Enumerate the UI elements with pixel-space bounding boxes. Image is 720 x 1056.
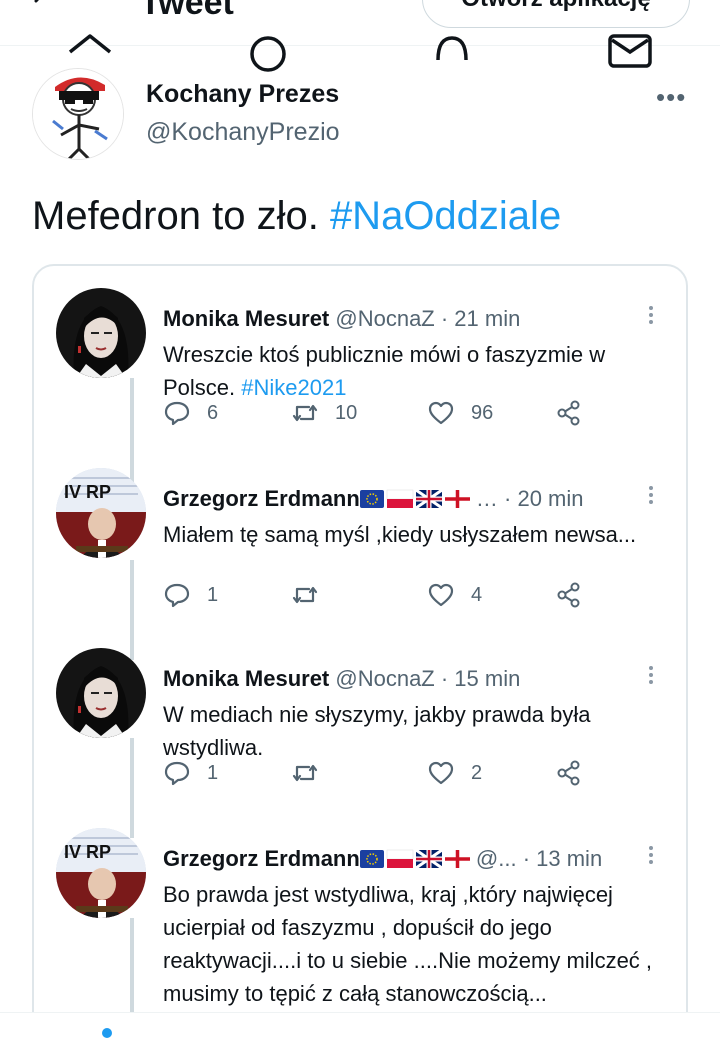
share-icon: [557, 582, 580, 608]
like-count: 96: [471, 401, 494, 424]
reply-text: Miałem tę samą myśl ,kiedy usłyszałem ne…: [163, 518, 673, 551]
like-count: 4: [471, 583, 483, 606]
reply-header: Grzegorz Erdmann @... · 13 min: [163, 846, 602, 872]
back-arrow-icon[interactable]: [28, 0, 58, 16]
ivrp-label: IV RP: [64, 842, 111, 862]
author-name[interactable]: Kochany Prezes: [146, 80, 339, 109]
author-handle[interactable]: @KochanyPrezio: [146, 118, 340, 147]
share-button[interactable]: [555, 758, 583, 788]
reply-header: Grzegorz Erdmann … · 20 min: [163, 486, 584, 512]
retweet-button[interactable]: [291, 580, 335, 610]
reply-more-icon[interactable]: [648, 846, 654, 868]
flags-icon: [359, 489, 470, 509]
reply-button[interactable]: 6: [163, 398, 218, 428]
reply-body: W mediach nie słyszymy, jakby prawda był…: [163, 702, 591, 760]
thread-connector: [130, 560, 134, 660]
open-app-button[interactable]: Otwórz aplikację: [422, 0, 690, 28]
retweet-icon: [292, 764, 318, 782]
reply-header: Monika Mesuret @NocnaZ · 21 min: [163, 306, 520, 332]
reply-body: Wreszcie ktoś publicznie mówi o faszyzmi…: [163, 342, 606, 400]
page-title: Tweet: [140, 0, 234, 22]
share-icon: [557, 760, 580, 786]
home-icon[interactable]: [66, 30, 114, 78]
notification-dot: [102, 1028, 112, 1038]
tweet-text: Mefedron to zło. #NaOddziale: [32, 193, 561, 239]
reply-more-icon[interactable]: [648, 666, 654, 688]
flags-icon: [359, 849, 470, 869]
retweet-count: 10: [335, 401, 358, 424]
monika-avatar[interactable]: [56, 648, 146, 738]
retweet-icon: [292, 586, 318, 604]
reply-body: Bo prawda jest wstydliwa, kraj ,który na…: [163, 882, 653, 1006]
like-button[interactable]: 4: [427, 580, 482, 610]
reply-header: Monika Mesuret @NocnaZ · 15 min: [163, 666, 520, 692]
like-icon: [428, 761, 454, 785]
notifications-icon[interactable]: [428, 30, 476, 78]
reply-count: 6: [207, 401, 219, 424]
retweet-button[interactable]: 10: [291, 398, 357, 428]
reply-body: Miałem tę samą myśl ,kiedy usłyszałem ne…: [163, 522, 637, 547]
like-button[interactable]: 2: [427, 758, 482, 788]
thread-connector: [130, 918, 134, 1018]
share-button[interactable]: [555, 398, 583, 428]
reply-button[interactable]: 1: [163, 758, 218, 788]
reply-meta: … · 20 min: [469, 486, 584, 511]
messages-icon[interactable]: [606, 30, 654, 78]
ivrp-label: IV RP: [64, 482, 111, 502]
grzegorz-avatar[interactable]: IV RP: [56, 468, 146, 558]
reply-count: 1: [207, 583, 219, 606]
share-button[interactable]: [555, 580, 583, 610]
reply-meta: @... · 13 min: [469, 846, 603, 871]
tweet-hashtag[interactable]: #NaOddziale: [330, 194, 561, 238]
thread-connector: [130, 738, 134, 838]
monika-avatar[interactable]: [56, 288, 146, 378]
reply-author-name[interactable]: Grzegorz Erdmann: [163, 846, 360, 871]
search-icon[interactable]: [244, 30, 292, 78]
reply-icon: [164, 761, 190, 786]
reply-count: 1: [207, 761, 219, 784]
tweet-body: Mefedron to zło.: [32, 194, 330, 238]
more-icon[interactable]: •••: [656, 82, 686, 113]
reply-text: W mediach nie słyszymy, jakby prawda był…: [163, 698, 673, 764]
author-avatar[interactable]: [32, 68, 124, 160]
reply-author-name[interactable]: Monika Mesuret: [163, 666, 329, 691]
reply-meta: @NocnaZ · 21 min: [329, 306, 521, 331]
grzegorz-avatar[interactable]: IV RP: [56, 828, 146, 918]
like-icon: [428, 401, 454, 425]
reply-thread-card[interactable]: Monika Mesuret @NocnaZ · 21 min Wreszcie…: [32, 264, 688, 1056]
reply-icon: [164, 401, 190, 426]
reply-actions: 1 2: [163, 758, 663, 788]
thread-connector: [130, 378, 134, 488]
like-count: 2: [471, 761, 483, 784]
retweet-button[interactable]: [291, 758, 335, 788]
reply-icon: [164, 583, 190, 608]
reply-text: Wreszcie ktoś publicznie mówi o faszyzmi…: [163, 338, 673, 404]
reply-actions: 6 10 96: [163, 398, 663, 428]
reply-actions: 1 4: [163, 580, 663, 610]
share-icon: [557, 400, 580, 426]
reply-button[interactable]: 1: [163, 580, 218, 610]
retweet-icon: [292, 404, 318, 422]
like-icon: [428, 583, 454, 607]
reply-author-name[interactable]: Grzegorz Erdmann: [163, 486, 360, 511]
reply-author-name[interactable]: Monika Mesuret: [163, 306, 329, 331]
reply-text: Bo prawda jest wstydliwa, kraj ,który na…: [163, 878, 673, 1010]
reply-more-icon[interactable]: [648, 306, 654, 328]
reply-more-icon[interactable]: [648, 486, 654, 508]
like-button[interactable]: 96: [427, 398, 493, 428]
reply-meta: @NocnaZ · 15 min: [329, 666, 521, 691]
reply-hashtag[interactable]: #Nike2021: [241, 375, 346, 400]
